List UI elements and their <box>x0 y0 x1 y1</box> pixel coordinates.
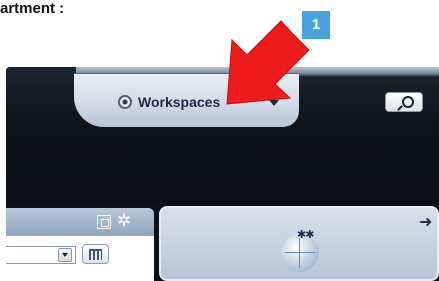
callout-arrow-shape <box>226 20 310 105</box>
callout-arrow-icon <box>226 20 310 105</box>
